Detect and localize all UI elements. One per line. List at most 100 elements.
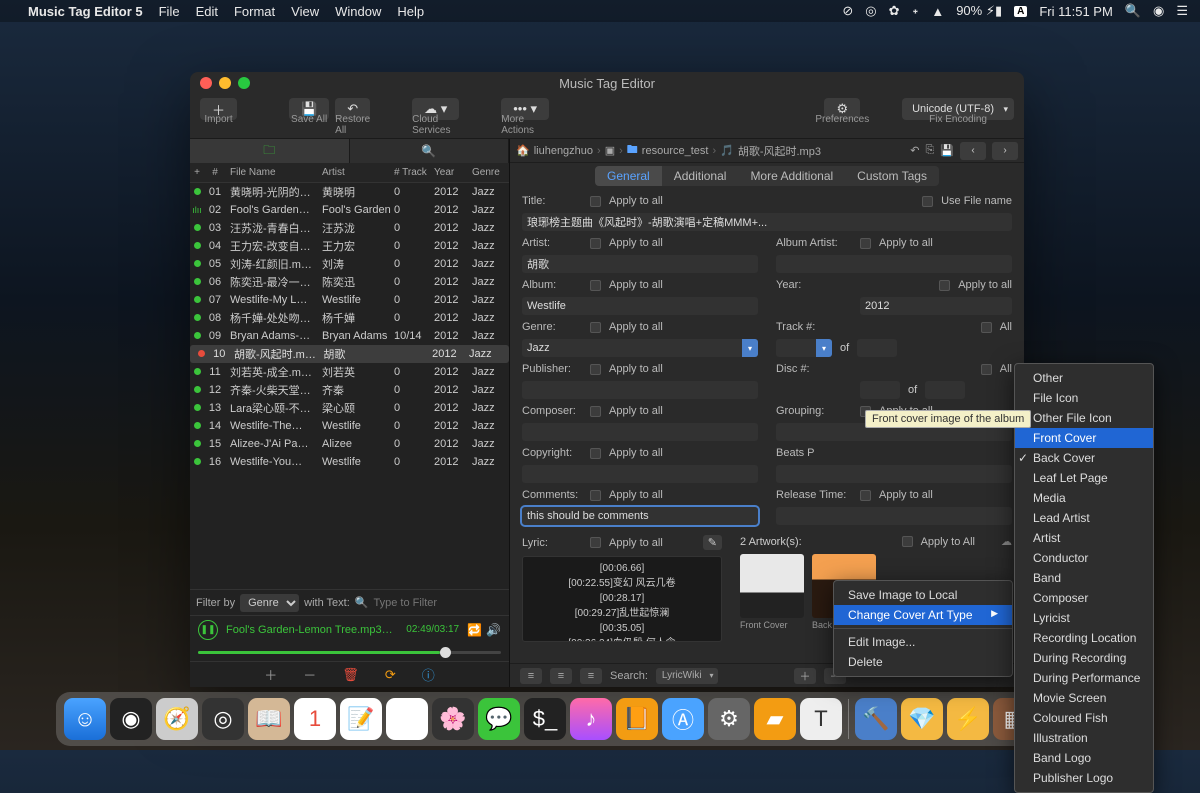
col-filename[interactable]: File Name bbox=[226, 167, 320, 178]
cover-type-option[interactable]: Lyricist bbox=[1015, 608, 1153, 628]
table-row[interactable]: 13Lara梁心颐-不…梁心颐02012Jazz bbox=[190, 399, 509, 417]
ctx-edit-image[interactable]: Edit Image... bbox=[834, 632, 1012, 652]
disc-num-input[interactable] bbox=[860, 381, 900, 399]
cover-type-option[interactable]: Lead Artist bbox=[1015, 508, 1153, 528]
disc-all-checkbox[interactable] bbox=[981, 364, 992, 375]
dock-contacts[interactable]: 📖 bbox=[248, 698, 290, 740]
dock-music[interactable]: ♪ bbox=[570, 698, 612, 740]
spotlight-icon[interactable]: 🔍 bbox=[1125, 3, 1141, 19]
filter-select[interactable]: Genre bbox=[240, 594, 299, 612]
repeat-icon[interactable]: 🔁 bbox=[467, 623, 482, 637]
cloud-icon[interactable]: ☁ bbox=[1001, 535, 1012, 548]
table-row[interactable]: 09Bryan Adams-…Bryan Adams10/142012Jazz bbox=[190, 327, 509, 345]
cover-type-option[interactable]: Conductor bbox=[1015, 548, 1153, 568]
col-genre[interactable]: Genre bbox=[472, 167, 508, 178]
progress-slider[interactable] bbox=[190, 643, 509, 661]
col-artist[interactable]: Artist bbox=[320, 167, 394, 178]
cover-type-option[interactable]: Illustration bbox=[1015, 728, 1153, 748]
dock-sublime[interactable]: ▰ bbox=[754, 698, 796, 740]
genre-select[interactable]: Jazz▾ bbox=[522, 339, 758, 357]
cover-type-option[interactable]: Media bbox=[1015, 488, 1153, 508]
col-year[interactable]: Year bbox=[434, 167, 472, 178]
table-row[interactable]: 05刘涛-红颜旧.m…刘涛02012Jazz bbox=[190, 255, 509, 273]
cover-type-option[interactable]: Publisher Logo bbox=[1015, 768, 1153, 788]
notification-center-icon[interactable]: ☰ bbox=[1176, 3, 1188, 19]
dock-settings[interactable]: ⚙ bbox=[708, 698, 750, 740]
comments-input[interactable]: this should be comments bbox=[522, 507, 758, 525]
tab-custom-tags[interactable]: Custom Tags bbox=[845, 166, 939, 186]
table-row[interactable]: 12齐秦-火柴天堂…齐秦02012Jazz bbox=[190, 381, 509, 399]
cover-type-option[interactable]: Front Cover bbox=[1015, 428, 1153, 448]
dock-siri[interactable]: ◉ bbox=[110, 698, 152, 740]
dock-finder[interactable]: ☺ bbox=[64, 698, 106, 740]
artwork-front-cover[interactable] bbox=[740, 554, 804, 618]
copyright-apply-checkbox[interactable] bbox=[590, 448, 601, 459]
year-input[interactable]: 2012 bbox=[860, 297, 1012, 315]
cover-type-option[interactable]: During Performance bbox=[1015, 668, 1153, 688]
crumb-3[interactable]: 胡歌-风起时.mp3 bbox=[738, 143, 821, 159]
status-icon[interactable]: ⊘ bbox=[842, 3, 853, 19]
battery-status[interactable]: 90% ⚡︎▮ bbox=[956, 3, 1002, 19]
reveal-button[interactable]: ⎘ bbox=[925, 144, 934, 157]
cover-type-option[interactable]: Back Cover✓ bbox=[1015, 448, 1153, 468]
dock-appstore[interactable]: Ⓐ bbox=[662, 698, 704, 740]
album-input[interactable]: Westlife bbox=[522, 297, 758, 315]
save-button[interactable]: 💾 bbox=[940, 144, 954, 157]
table-row[interactable]: 16Westlife-You…Westlife02012Jazz bbox=[190, 453, 509, 471]
ctx-delete[interactable]: Delete bbox=[834, 652, 1012, 672]
crumb-1[interactable]: liuhengzhuo bbox=[534, 145, 593, 157]
col-num[interactable]: # bbox=[204, 167, 226, 178]
add-column-button[interactable]: + bbox=[190, 167, 204, 178]
menu-format[interactable]: Format bbox=[234, 4, 275, 19]
next-button[interactable]: › bbox=[992, 142, 1018, 160]
cover-type-option[interactable]: During Recording bbox=[1015, 648, 1153, 668]
play-pause-button[interactable]: ❚❚ bbox=[198, 620, 218, 640]
table-row[interactable]: 10胡歌-风起时.m…胡歌2012Jazz bbox=[190, 345, 509, 363]
table-row[interactable]: 03汪苏泷-青春白…汪苏泷02012Jazz bbox=[190, 219, 509, 237]
home-icon[interactable]: 🏠 bbox=[516, 144, 530, 157]
dock-photos[interactable]: 🌸 bbox=[432, 698, 474, 740]
artwork-add-button[interactable]: ＋ bbox=[794, 668, 816, 684]
dock-terminal[interactable]: $_ bbox=[524, 698, 566, 740]
table-row[interactable]: ılıı02Fool's Garden…Fool's Garden02012Ja… bbox=[190, 201, 509, 219]
refresh-button[interactable]: ⟳ bbox=[385, 667, 396, 683]
input-source[interactable]: A bbox=[1014, 6, 1027, 17]
cover-type-option[interactable]: Other File Icon bbox=[1015, 408, 1153, 428]
table-row[interactable]: 15Alizee-J'Ai Pa…Alizee02012Jazz bbox=[190, 435, 509, 453]
dock-messages[interactable]: 💬 bbox=[478, 698, 520, 740]
lyric-box[interactable]: [00:06.66][00:22.55]变幻 风云几卷[00:28.17][00… bbox=[522, 556, 722, 642]
release-apply-checkbox[interactable] bbox=[860, 490, 871, 501]
album-apply-checkbox[interactable] bbox=[590, 280, 601, 291]
cover-type-option[interactable]: Movie Screen bbox=[1015, 688, 1153, 708]
table-row[interactable]: 07Westlife-My L…Westlife02012Jazz bbox=[190, 291, 509, 309]
cover-type-option[interactable]: Leaf Let Page bbox=[1015, 468, 1153, 488]
align-right-button[interactable]: ≡ bbox=[580, 668, 602, 684]
dock-notes[interactable]: 📝 bbox=[340, 698, 382, 740]
table-row[interactable]: 01黄晓明-光阴的…黄晓明02012Jazz bbox=[190, 183, 509, 201]
delete-button[interactable]: 🗑 bbox=[342, 667, 359, 683]
comments-apply-checkbox[interactable] bbox=[590, 490, 601, 501]
artist-input[interactable]: 胡歌 bbox=[522, 255, 758, 273]
composer-input[interactable] bbox=[522, 423, 758, 441]
track-num-select[interactable]: ▾ bbox=[776, 339, 832, 357]
menu-window[interactable]: Window bbox=[335, 4, 381, 19]
search-source-select[interactable]: LyricWiki bbox=[656, 668, 718, 684]
menu-edit[interactable]: Edit bbox=[196, 4, 218, 19]
track-total-input[interactable] bbox=[857, 339, 897, 357]
crumb-2[interactable]: resource_test bbox=[642, 145, 709, 157]
publisher-apply-checkbox[interactable] bbox=[590, 364, 601, 375]
cover-type-option[interactable]: Band Logo bbox=[1015, 748, 1153, 768]
ctx-save-image[interactable]: Save Image to Local bbox=[834, 585, 1012, 605]
volume-icon[interactable]: 🔊 bbox=[486, 623, 501, 637]
ctx-change-cover-type[interactable]: Change Cover Art Type bbox=[834, 605, 1012, 625]
genre-apply-checkbox[interactable] bbox=[590, 322, 601, 333]
tab-additional[interactable]: Additional bbox=[662, 166, 739, 186]
filter-input[interactable] bbox=[373, 597, 453, 609]
publisher-input[interactable] bbox=[522, 381, 758, 399]
cover-type-option[interactable]: Recording Location bbox=[1015, 628, 1153, 648]
cover-type-option[interactable]: Other bbox=[1015, 368, 1153, 388]
align-left-button[interactable]: ≡ bbox=[520, 668, 542, 684]
bluetooth-icon[interactable]: ᛭ bbox=[912, 4, 920, 19]
dock-app2[interactable]: ⚡ bbox=[947, 698, 989, 740]
remove-button[interactable]: － bbox=[303, 665, 316, 684]
